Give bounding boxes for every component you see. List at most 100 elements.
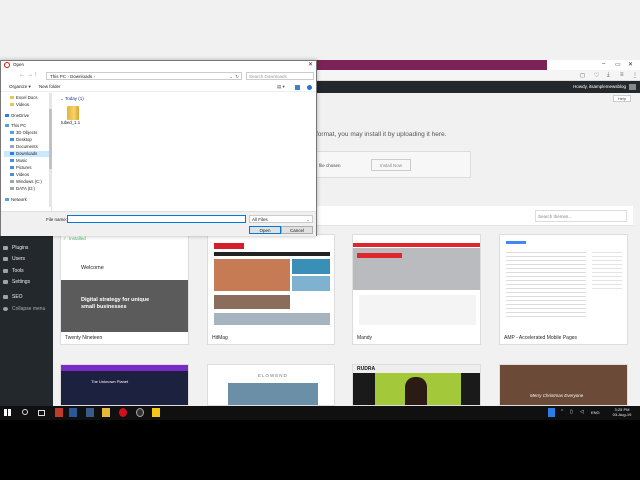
nav-item-pictures[interactable]: Pictures xyxy=(10,165,32,171)
up-arrow-icon[interactable]: ↑ xyxy=(34,72,37,78)
preview-sidebar-lines xyxy=(592,249,622,289)
organize-button[interactable]: Organize ▾ xyxy=(9,84,31,90)
file-type-select[interactable]: All Files ⌄ xyxy=(249,215,313,223)
search-icon[interactable] xyxy=(22,409,28,415)
window-close-icon[interactable]: ✕ xyxy=(628,61,633,68)
folder-item-name[interactable]: tubed_1.1 xyxy=(61,120,80,125)
minimize-icon[interactable]: – xyxy=(602,61,605,67)
address-bar[interactable]: This PC › Downloads › ⌄ ↻ xyxy=(46,72,242,80)
theme-card-row2-1[interactable]: The Unknown Planet xyxy=(60,364,189,406)
avatar[interactable] xyxy=(629,84,636,90)
theme-card-hitmag[interactable]: HitMag xyxy=(207,234,335,345)
restore-icon[interactable]: ▭ xyxy=(615,61,621,68)
acrobat-icon[interactable] xyxy=(55,408,63,417)
theme-screenshot: The Unknown Planet xyxy=(61,365,188,405)
file-name-input[interactable] xyxy=(67,215,246,223)
nav-item-data-d[interactable]: DATA (D:) xyxy=(10,186,35,192)
tray-app-icon[interactable] xyxy=(548,408,555,417)
task-view-icon[interactable] xyxy=(38,410,45,416)
refresh-icon[interactable]: ↻ xyxy=(235,73,239,80)
help-tab[interactable]: Help xyxy=(613,95,631,102)
cancel-button[interactable]: Cancel xyxy=(281,226,313,234)
theme-card-row2-2[interactable]: ELOWEND xyxy=(207,364,335,406)
theme-screenshot: ELOWEND xyxy=(208,365,334,405)
breadcrumb-root[interactable]: This PC xyxy=(50,74,66,79)
volume-icon[interactable]: ◁ xyxy=(580,409,584,415)
sticky-app-icon[interactable] xyxy=(152,408,160,417)
nav-item-network[interactable]: Network xyxy=(5,197,27,203)
sidebar-item-tools[interactable]: Tools xyxy=(0,266,53,276)
language-indicator[interactable]: ENG xyxy=(591,410,600,415)
theme-screenshot xyxy=(500,235,627,332)
preview-logo xyxy=(506,241,526,244)
theme-screenshot xyxy=(208,235,334,332)
theme-card-twenty-nineteen[interactable]: ✓ Installed Welcome Digital strategy for … xyxy=(60,234,189,345)
close-icon[interactable]: ✕ xyxy=(308,61,313,69)
theme-card-amp[interactable]: AMP - Accelerated Mobile Pages xyxy=(499,234,628,345)
chevron-up-icon[interactable]: ⌃ xyxy=(560,409,564,415)
upload-instructions: format, you may install it by uploading … xyxy=(316,131,447,138)
preview-hero: Digital strategy for unique small busine… xyxy=(61,280,188,332)
network-app-icon[interactable] xyxy=(86,408,94,417)
open-button[interactable]: Open xyxy=(249,226,281,234)
help-icon[interactable] xyxy=(307,85,312,90)
theme-name: AMP - Accelerated Mobile Pages xyxy=(504,335,578,341)
new-folder-button[interactable]: New folder xyxy=(39,84,61,89)
easy-setup-icon[interactable]: ≡ xyxy=(620,72,624,78)
sidebar-item-plugins[interactable]: Plugins xyxy=(0,243,53,253)
view-options-icon[interactable]: ▤ ▾ xyxy=(277,84,285,90)
nav-item-windows-c[interactable]: Windows (C:) xyxy=(10,179,42,185)
nav-item-music[interactable]: Music xyxy=(10,158,27,164)
nav-item-videos[interactable]: Videos xyxy=(10,102,29,108)
theme-search-input[interactable]: Search themes... xyxy=(535,210,627,222)
forward-arrow-icon[interactable]: → xyxy=(27,72,33,78)
theme-card-row2-4[interactable]: Merry Christmas Everyone xyxy=(499,364,628,406)
theme-card-mandy[interactable]: Mandy xyxy=(352,234,481,345)
preview-hero-image xyxy=(228,383,318,405)
network-icon[interactable]: ▯ xyxy=(570,409,573,415)
preview-pane-icon[interactable] xyxy=(295,85,300,90)
clock-app-icon[interactable] xyxy=(136,408,144,417)
sidebar-item-seo[interactable]: SEO xyxy=(0,292,53,302)
file-explorer-icon[interactable] xyxy=(102,408,110,417)
download-icon[interactable]: ⤓ xyxy=(607,72,610,79)
preview-side-image xyxy=(292,259,330,274)
preview-headline: Merry Christmas Everyone xyxy=(530,393,584,398)
nav-item-3d-objects[interactable]: 3D Objects xyxy=(10,130,37,136)
back-arrow-icon[interactable]: ← xyxy=(19,72,25,78)
theme-screenshot: RUDRA xyxy=(353,365,480,405)
word-icon[interactable] xyxy=(69,408,77,417)
breadcrumb-folder[interactable]: Downloads xyxy=(70,74,92,79)
theme-card-row2-3[interactable]: RUDRA xyxy=(352,364,481,406)
chevron-down-icon[interactable]: ⌄ xyxy=(229,73,233,80)
nav-pane-scrollbar[interactable] xyxy=(49,93,52,207)
camera-icon[interactable]: ◻ xyxy=(580,72,585,79)
nav-item-onedrive[interactable]: OneDrive xyxy=(5,113,29,119)
nav-item-excel-docs[interactable]: Excel Docs xyxy=(10,95,38,101)
nav-item-downloads[interactable]: Downloads xyxy=(4,151,51,157)
sidebar-item-users[interactable]: Users xyxy=(0,254,53,264)
nav-item-documents[interactable]: Documents xyxy=(10,144,38,150)
start-icon[interactable] xyxy=(4,409,11,416)
opera-browser-icon[interactable] xyxy=(119,408,127,417)
nav-item-desktop[interactable]: Desktop xyxy=(10,137,32,143)
preview-tagline: Digital strategy for unique small busine… xyxy=(81,297,150,310)
nav-item-videos-pc[interactable]: Videos xyxy=(10,172,29,178)
group-header-today[interactable]: ⌄ Today (1) xyxy=(60,96,84,102)
sidebar-item-settings[interactable]: Settings xyxy=(0,277,53,287)
scrollbar-thumb[interactable] xyxy=(49,109,52,169)
nav-item-this-pc[interactable]: This PC xyxy=(5,123,26,129)
preview-features xyxy=(359,295,476,325)
clock[interactable]: 3:25 PM 03-Aug-19 xyxy=(607,407,637,417)
account-greeting[interactable]: Howdy, itsamplemewsblog xyxy=(573,84,626,89)
bookmark-icon[interactable]: ♡ xyxy=(594,72,599,79)
preview-headline: The Unknown Planet xyxy=(91,379,129,384)
folder-icon xyxy=(67,106,79,120)
collapse-icon xyxy=(3,307,8,311)
install-now-button[interactable]: Install Now xyxy=(371,159,411,171)
navigation-pane: Excel Docs Videos OneDrive This PC 3D Ob… xyxy=(4,93,52,211)
search-input[interactable]: Search Downloads xyxy=(246,72,314,80)
menu-icon[interactable]: ⋮ xyxy=(632,72,638,79)
active-tab[interactable] xyxy=(317,60,547,70)
sidebar-collapse-menu[interactable]: Collapse menu xyxy=(0,304,53,314)
